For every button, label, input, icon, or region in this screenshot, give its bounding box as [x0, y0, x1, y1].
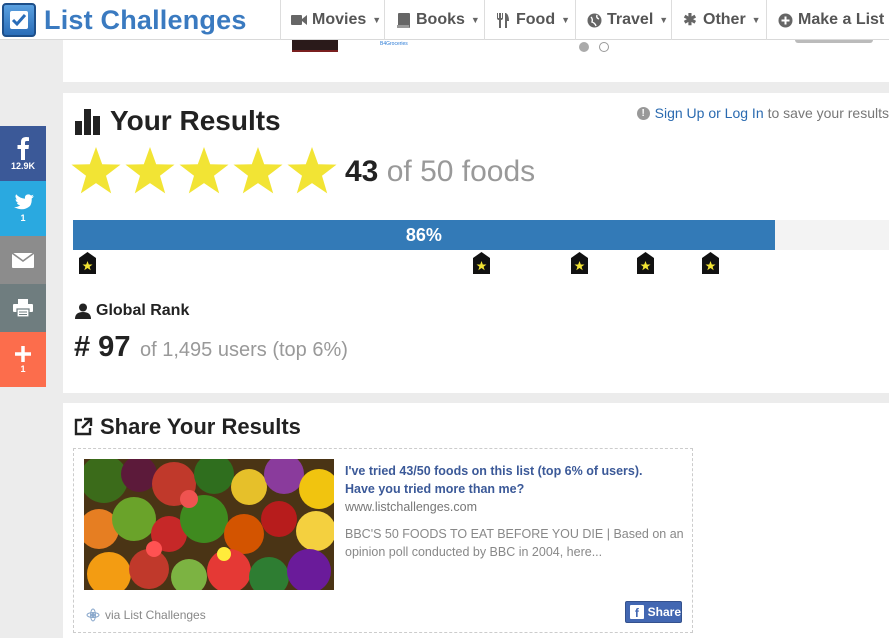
share-description: BBC'S 50 FOODS TO EAT BEFORE YOU DIE | B… [345, 527, 684, 559]
nav-food[interactable]: Food ▼ [484, 0, 575, 40]
carousel-button[interactable] [795, 40, 873, 43]
facebook-icon: f [630, 605, 644, 619]
nav-other[interactable]: ✱ Other ▼ [671, 0, 765, 40]
share-preview[interactable]: I've tried 43/50 foods on this list (top… [73, 448, 693, 633]
checkbox-logo-icon [2, 3, 36, 37]
globe-icon [586, 12, 602, 28]
via-text: via List Challenges [105, 608, 206, 622]
carousel-dot-active[interactable] [579, 42, 589, 52]
more-share-sidebar[interactable]: 1 [0, 332, 46, 387]
rank-text: # 97 of 1,495 users (top 6%) [74, 331, 348, 364]
asterisk-icon: ✱ [683, 12, 697, 29]
star-icon [125, 147, 175, 194]
rank-label: Global Rank [96, 302, 190, 319]
user-icon [75, 303, 91, 319]
milestone-marker-icon[interactable] [473, 252, 490, 274]
share-domain: www.listchallenges.com [345, 500, 477, 514]
facebook-share-sidebar[interactable]: 12.9K [0, 126, 46, 181]
nav-make-a-list[interactable]: Make a List [766, 0, 889, 40]
signup-suffix: to save your results [767, 105, 889, 121]
more-count: 1 [20, 364, 26, 374]
rank-detail: of 1,495 users (top 6%) [140, 339, 348, 361]
book-icon [395, 12, 411, 28]
nav-label: Movies [312, 11, 367, 28]
top-navbar: List Challenges Movies ▼ Books ▼ Food ▼ Tra… [0, 0, 889, 40]
star-icon [233, 147, 283, 194]
milestone-marker-icon[interactable] [79, 252, 96, 274]
milestone-marker-icon[interactable] [571, 252, 588, 274]
nav-movies[interactable]: Movies ▼ [280, 0, 383, 40]
caret-down-icon: ▼ [561, 15, 571, 25]
plus-circle-icon [777, 12, 793, 28]
carousel-thumbnail[interactable] [292, 40, 338, 52]
cutlery-icon [495, 12, 511, 28]
nav-label: Make a List [798, 11, 885, 28]
score-text: 43 of 50 foods [345, 155, 535, 189]
carousel-thumbnail-logo[interactable]: B4Groceries [380, 41, 408, 47]
share-card: Share Your Results I've tried 43/50 food… [63, 403, 889, 638]
nav-label: Travel [607, 11, 654, 28]
caret-down-icon: ▼ [751, 15, 761, 25]
caret-down-icon: ▼ [470, 15, 480, 25]
nav-label: Books [416, 11, 465, 28]
share-headline[interactable]: I've tried 43/50 foods on this list (top… [345, 462, 675, 498]
global-rank-heading: Global Rank [75, 302, 189, 320]
via-list-challenges: via List Challenges [86, 608, 206, 622]
results-heading: Your Results [75, 105, 281, 137]
info-icon: ! [636, 106, 650, 120]
progress-bar: 86% [73, 220, 889, 250]
logo-text: List Challenges [44, 4, 247, 35]
share-button-label: Share [647, 605, 681, 619]
share-heading: Share Your Results [73, 414, 301, 440]
nav-label: Food [516, 11, 556, 28]
results-card: Your Results ! Sign Up or Log In to save… [63, 93, 889, 393]
plus-icon [15, 346, 31, 362]
share-title: Share Your Results [100, 414, 301, 439]
facebook-count: 12.9K [10, 161, 36, 171]
email-share-sidebar[interactable] [0, 236, 46, 284]
print-sidebar[interactable] [0, 284, 46, 332]
results-title: Your Results [110, 105, 281, 136]
caret-down-icon: ▼ [659, 15, 669, 25]
twitter-count: 1 [20, 213, 26, 223]
facebook-icon [17, 137, 29, 160]
rank-number: # 97 [74, 331, 131, 363]
signup-link[interactable]: Sign Up or Log In [655, 105, 764, 121]
milestone-marker-icon[interactable] [637, 252, 654, 274]
bar-chart-icon [75, 107, 102, 135]
star-icon [71, 147, 121, 194]
video-camera-icon [291, 12, 307, 28]
signup-prompt: ! Sign Up or Log In to save your results [636, 105, 889, 121]
star-rating [69, 145, 339, 197]
carousel-banner [63, 40, 889, 82]
nav-travel[interactable]: Travel ▼ [575, 0, 671, 40]
score-count: 43 [345, 155, 379, 188]
milestone-marker-icon[interactable] [702, 252, 719, 274]
share-arrow-icon [74, 417, 93, 436]
nav-books[interactable]: Books ▼ [384, 0, 483, 40]
vegetables-image [84, 459, 334, 590]
twitter-icon [14, 194, 34, 210]
facebook-share-button[interactable]: f Share [625, 601, 682, 623]
star-icon [287, 147, 337, 194]
star-icon [179, 147, 229, 194]
atom-icon [86, 608, 100, 622]
printer-icon [13, 299, 33, 317]
progress-fill: 86% [73, 220, 775, 250]
site-logo[interactable]: List Challenges [2, 2, 247, 38]
twitter-share-sidebar[interactable]: 1 [0, 181, 46, 236]
nav-label: Other [703, 11, 746, 28]
carousel-dot[interactable] [599, 42, 609, 52]
envelope-icon [12, 252, 34, 268]
score-total: of 50 foods [386, 155, 536, 188]
caret-down-icon: ▼ [372, 15, 382, 25]
